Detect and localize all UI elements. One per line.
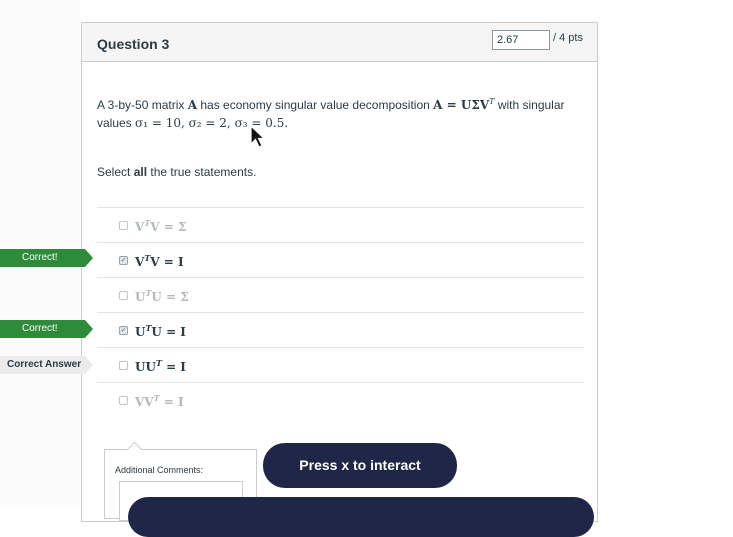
answer-option-3[interactable]: UTU = Σ: [97, 277, 584, 312]
answer-list: VTV = Σ ✓ VTV = I UTU = Σ ✓ UTU = I UUT …: [97, 207, 584, 417]
question-title: Question 3: [97, 36, 170, 52]
instruction-text: Select all the true statements.: [97, 165, 257, 179]
comments-label: Additional Comments:: [115, 465, 204, 475]
matrix-symbol: A: [187, 98, 198, 112]
correct-answer-tag: Correct Answer: [0, 356, 93, 374]
answer-checkbox[interactable]: ✓: [119, 256, 128, 265]
answer-checkbox[interactable]: [119, 221, 128, 230]
answer-checkbox[interactable]: [119, 361, 128, 370]
answer-checkbox[interactable]: [119, 396, 128, 405]
answer-option-5[interactable]: UUT = I: [97, 347, 584, 382]
answer-label: VTV = Σ: [135, 218, 187, 234]
score-input[interactable]: [492, 30, 550, 50]
correct-tag: Correct!: [0, 249, 93, 267]
answer-checkbox[interactable]: [119, 291, 128, 300]
answer-option-2[interactable]: ✓ VTV = I: [97, 242, 584, 277]
answer-checkbox[interactable]: ✓: [119, 326, 128, 335]
answer-label: VTV = I: [135, 253, 184, 269]
answer-label: UTU = Σ: [135, 288, 189, 304]
mouse-cursor-icon: [250, 125, 266, 148]
overlay-bar[interactable]: [128, 497, 594, 537]
answer-option-6[interactable]: VVT = I: [97, 382, 584, 417]
answer-option-4[interactable]: ✓ UTU = I: [97, 312, 584, 347]
question-header: Question 3 / 4 pts: [82, 23, 597, 62]
answer-label: UTU = I: [135, 323, 186, 339]
answer-label: UUT = I: [135, 358, 186, 374]
question-text: A 3-by-50 matrix A has economy singular …: [97, 97, 565, 130]
answer-option-1[interactable]: VTV = Σ: [97, 207, 584, 242]
svd-expression: A = UΣVT: [433, 97, 495, 112]
interact-button[interactable]: Press x to interact: [263, 443, 457, 488]
points-total: / 4 pts: [553, 32, 583, 44]
correct-tag: Correct!: [0, 320, 93, 338]
answer-label: VVT = I: [135, 393, 184, 409]
